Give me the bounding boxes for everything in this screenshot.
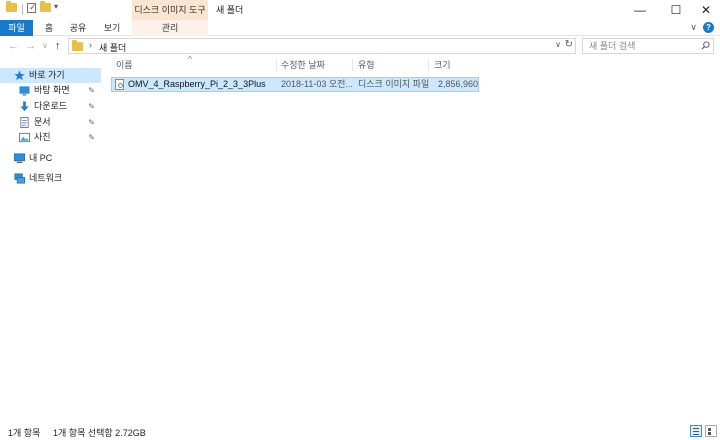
search-input[interactable] [583, 39, 695, 53]
breadcrumb-current[interactable]: 새 폴더 [99, 41, 126, 54]
chevron-down-icon[interactable]: ∨ [690, 22, 697, 32]
properties-icon[interactable]: ✓ [27, 2, 37, 13]
nav-item-label: 사진 [34, 132, 51, 142]
status-item-count: 1개 항목 [8, 428, 41, 438]
status-selection: 1개 항목 선택함 2.72GB [53, 428, 146, 438]
column-header-name[interactable]: 이름 [111, 57, 277, 73]
column-header-date[interactable]: 수정한 날짜 [277, 57, 353, 73]
tab-view[interactable]: 보기 [98, 20, 126, 36]
file-type: 디스크 이미지 파일 [358, 79, 430, 89]
tab-share[interactable]: 공유 [64, 20, 92, 36]
address-dropdown-icon[interactable]: ∨ [555, 40, 561, 49]
ribbon-controls: ∨? [690, 22, 714, 33]
breadcrumb-separator[interactable]: › [89, 40, 92, 50]
contextual-tab-group-title: 디스크 이미지 도구 [132, 0, 208, 20]
nav-item-desktop[interactable]: 바탕 화면 ✎ [0, 83, 101, 98]
nav-item-this-pc[interactable]: 내 PC [0, 151, 101, 166]
large-icons-view-button[interactable] [705, 425, 717, 437]
divider [22, 4, 23, 15]
minimize-button[interactable]: — [624, 0, 656, 20]
column-header-label: 이름 [116, 60, 133, 70]
disk-image-icon [115, 79, 124, 90]
pin-icon[interactable]: ✎ [88, 99, 95, 114]
nav-item-label: 바로 가기 [29, 70, 65, 80]
file-date: 2018-11-03 오전... [281, 79, 353, 89]
address-bar[interactable]: › 새 폴더 ∨ ↻ [68, 38, 576, 54]
pin-icon[interactable]: ✎ [88, 115, 95, 130]
nav-item-label: 다운로드 [34, 101, 68, 111]
column-header-label: 수정한 날짜 [281, 60, 325, 70]
tab-file[interactable]: 파일 [0, 20, 33, 36]
close-button[interactable]: ✕ [690, 0, 720, 20]
nav-item-label: 내 PC [29, 153, 53, 163]
navigation-pane: 바로 가기 바탕 화면 ✎ 다운로드 ✎ 문서 ✎ 사진 ✎ 내 PC 네트워크 [0, 62, 104, 422]
column-header-label: 유형 [358, 60, 375, 70]
up-button[interactable]: ↑ [55, 39, 61, 53]
file-name[interactable]: OMV_4_Raspberry_Pi_2_3_3Plus [128, 78, 278, 91]
pin-icon[interactable]: ✎ [88, 130, 95, 145]
ribbon-tabs: 파일 홈 공유 보기 관리 ∨? [0, 20, 720, 36]
search-box[interactable] [582, 38, 714, 54]
star-icon [14, 70, 25, 81]
download-icon [20, 101, 29, 112]
quick-access-dropdown-icon[interactable]: ▾ [54, 2, 58, 11]
details-view-button[interactable] [690, 425, 702, 437]
pin-icon[interactable]: ✎ [88, 83, 95, 98]
document-icon [20, 117, 29, 128]
tab-home[interactable]: 홈 [38, 20, 60, 36]
help-icon[interactable]: ? [703, 22, 714, 33]
computer-icon [14, 153, 25, 164]
recent-locations-button[interactable]: ∨ [42, 39, 48, 53]
forward-button[interactable]: → [25, 39, 36, 53]
column-header-type[interactable]: 유형 [353, 57, 429, 73]
column-header-size[interactable]: 크기 [429, 57, 481, 73]
folder-icon [72, 40, 83, 51]
address-row: ← → ∨ ↑ › 새 폴더 ∨ ↻ [0, 36, 720, 56]
search-icon[interactable] [701, 41, 710, 50]
back-button[interactable]: ← [8, 39, 19, 53]
file-size: 2,856,960 [437, 79, 478, 89]
nav-item-label: 네트워크 [29, 173, 63, 183]
new-folder-icon[interactable] [40, 1, 51, 12]
nav-item-pictures[interactable]: 사진 ✎ [0, 130, 101, 145]
window-title: 새 폴더 [216, 5, 244, 15]
nav-item-network[interactable]: 네트워크 [0, 171, 101, 186]
nav-item-quick-access[interactable]: 바로 가기 [0, 68, 101, 83]
status-bar: 1개 항목 1개 항목 선택함 2.72GB [0, 422, 720, 440]
refresh-button[interactable]: ↻ [565, 39, 573, 50]
file-row[interactable]: OMV_4_Raspberry_Pi_2_3_3Plus 2018-11-03 … [111, 77, 479, 92]
nav-item-label: 바탕 화면 [34, 85, 70, 95]
pictures-icon [19, 132, 30, 143]
desktop-icon [19, 86, 30, 96]
folder-icon[interactable] [6, 1, 17, 12]
maximize-button[interactable]: ☐ [660, 0, 692, 20]
nav-item-documents[interactable]: 문서 ✎ [0, 115, 101, 130]
network-icon [14, 173, 25, 184]
column-header-label: 크기 [434, 60, 451, 70]
tab-manage[interactable]: 관리 [132, 20, 208, 36]
nav-item-label: 문서 [34, 117, 51, 127]
title-bar: ✓ ▾ 디스크 이미지 도구 새 폴더 — ☐ ✕ [0, 0, 720, 20]
nav-item-downloads[interactable]: 다운로드 ✎ [0, 99, 101, 114]
